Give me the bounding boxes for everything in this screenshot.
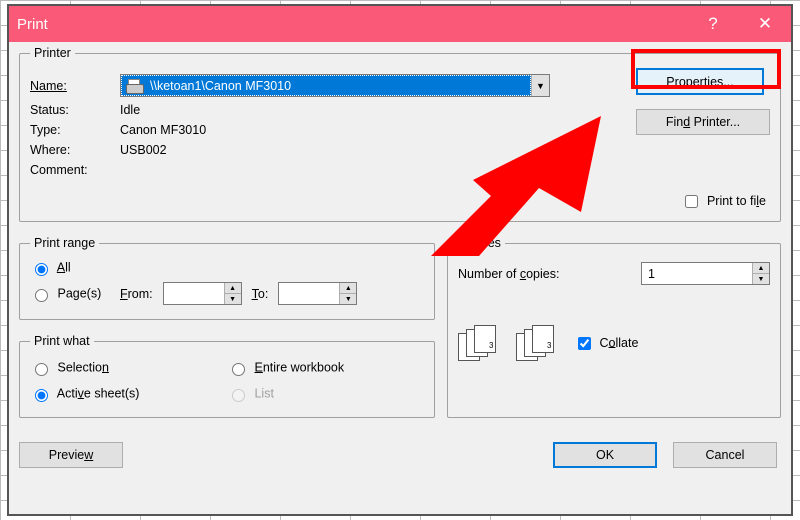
- range-pages-radio[interactable]: Page(s): [30, 286, 110, 302]
- spinner-arrows[interactable]: ▲▼: [752, 263, 769, 284]
- print-range-legend: Print range: [30, 236, 99, 250]
- comment-label: Comment:: [30, 163, 110, 177]
- type-label: Type:: [30, 123, 110, 137]
- ok-button[interactable]: OK: [553, 442, 657, 468]
- annotation-highlight-box: [631, 49, 781, 89]
- collate-checkbox[interactable]: Collate: [574, 334, 638, 353]
- what-selection-label: Selection: [57, 360, 108, 374]
- print-range-group: Print range All Page(s) From: ▲▼ To:: [19, 236, 435, 320]
- ok-label: OK: [596, 448, 614, 462]
- from-spinner[interactable]: ▲▼: [163, 282, 242, 305]
- client-area: Printer Name: \\ketoan1\Canon MF3010 ▼ S…: [13, 46, 787, 510]
- cancel-button[interactable]: Cancel: [673, 442, 777, 468]
- print-to-file-input[interactable]: [685, 195, 698, 208]
- printer-icon: [126, 79, 144, 93]
- from-input[interactable]: [164, 283, 224, 304]
- find-printer-label: Find Printer...: [666, 115, 740, 129]
- print-to-file-label: Print to file: [707, 194, 766, 208]
- spinner-arrows[interactable]: ▲▼: [224, 283, 241, 304]
- what-active-radio[interactable]: Active sheet(s): [30, 386, 227, 402]
- help-button[interactable]: ?: [687, 6, 739, 42]
- what-list-input: [232, 389, 245, 402]
- close-button[interactable]: ✕: [739, 6, 791, 42]
- what-active-label: Active sheet(s): [57, 386, 140, 400]
- find-printer-button[interactable]: Find Printer...: [636, 109, 770, 135]
- to-label: To:: [252, 287, 269, 301]
- what-entire-label: Entire workbook: [254, 360, 344, 374]
- chevron-down-icon[interactable]: ▼: [531, 75, 549, 96]
- printer-selected: \\ketoan1\Canon MF3010: [121, 75, 531, 96]
- collate-input[interactable]: [578, 337, 591, 350]
- range-all-input[interactable]: [35, 263, 48, 276]
- status-value: Idle: [120, 103, 140, 117]
- print-dialog: Print ? ✕ Printer Name: \\ketoan1\Canon …: [7, 4, 793, 516]
- what-entire-input[interactable]: [232, 363, 245, 376]
- to-input[interactable]: [279, 283, 339, 304]
- collate-icon: 123: [516, 325, 556, 361]
- range-all-label: All: [57, 260, 71, 274]
- copies-label: Number of copies:: [458, 267, 559, 281]
- what-selection-radio[interactable]: Selection: [30, 360, 227, 376]
- printer-name-combo[interactable]: \\ketoan1\Canon MF3010 ▼: [120, 74, 550, 97]
- printer-legend: Printer: [30, 46, 75, 60]
- preview-label: Preview: [49, 448, 93, 462]
- print-to-file-checkbox[interactable]: Print to file: [681, 192, 766, 211]
- titlebar: Print ? ✕: [9, 6, 791, 42]
- print-what-group: Print what Selection Entire workbook Act…: [19, 334, 435, 418]
- what-list-label: List: [254, 386, 273, 400]
- status-label: Status:: [30, 103, 110, 117]
- to-spinner[interactable]: ▲▼: [278, 282, 357, 305]
- cancel-label: Cancel: [706, 448, 745, 462]
- copies-spinner[interactable]: ▲▼: [641, 262, 770, 285]
- what-entire-radio[interactable]: Entire workbook: [227, 360, 424, 376]
- name-label: Name:: [30, 79, 110, 93]
- copies-legend: Copies: [458, 236, 505, 250]
- preview-button[interactable]: Preview: [19, 442, 123, 468]
- where-value: USB002: [120, 143, 167, 157]
- type-value: Canon MF3010: [120, 123, 206, 137]
- collate-label: Collate: [599, 335, 638, 349]
- copies-input[interactable]: [642, 263, 752, 284]
- collate-icon: 123: [458, 325, 498, 361]
- what-selection-input[interactable]: [35, 363, 48, 376]
- what-list-radio: List: [227, 386, 424, 402]
- what-active-input[interactable]: [35, 389, 48, 402]
- from-label: From:: [120, 287, 153, 301]
- range-all-radio[interactable]: All: [30, 260, 71, 276]
- printer-name-value: \\ketoan1\Canon MF3010: [150, 79, 291, 93]
- print-what-legend: Print what: [30, 334, 94, 348]
- range-pages-input[interactable]: [35, 289, 48, 302]
- dialog-title: Print: [9, 16, 687, 33]
- where-label: Where:: [30, 143, 110, 157]
- copies-group: Copies Number of copies: ▲▼ 123 123: [447, 236, 781, 418]
- spinner-arrows[interactable]: ▲▼: [339, 283, 356, 304]
- range-pages-label: Page(s): [57, 286, 101, 300]
